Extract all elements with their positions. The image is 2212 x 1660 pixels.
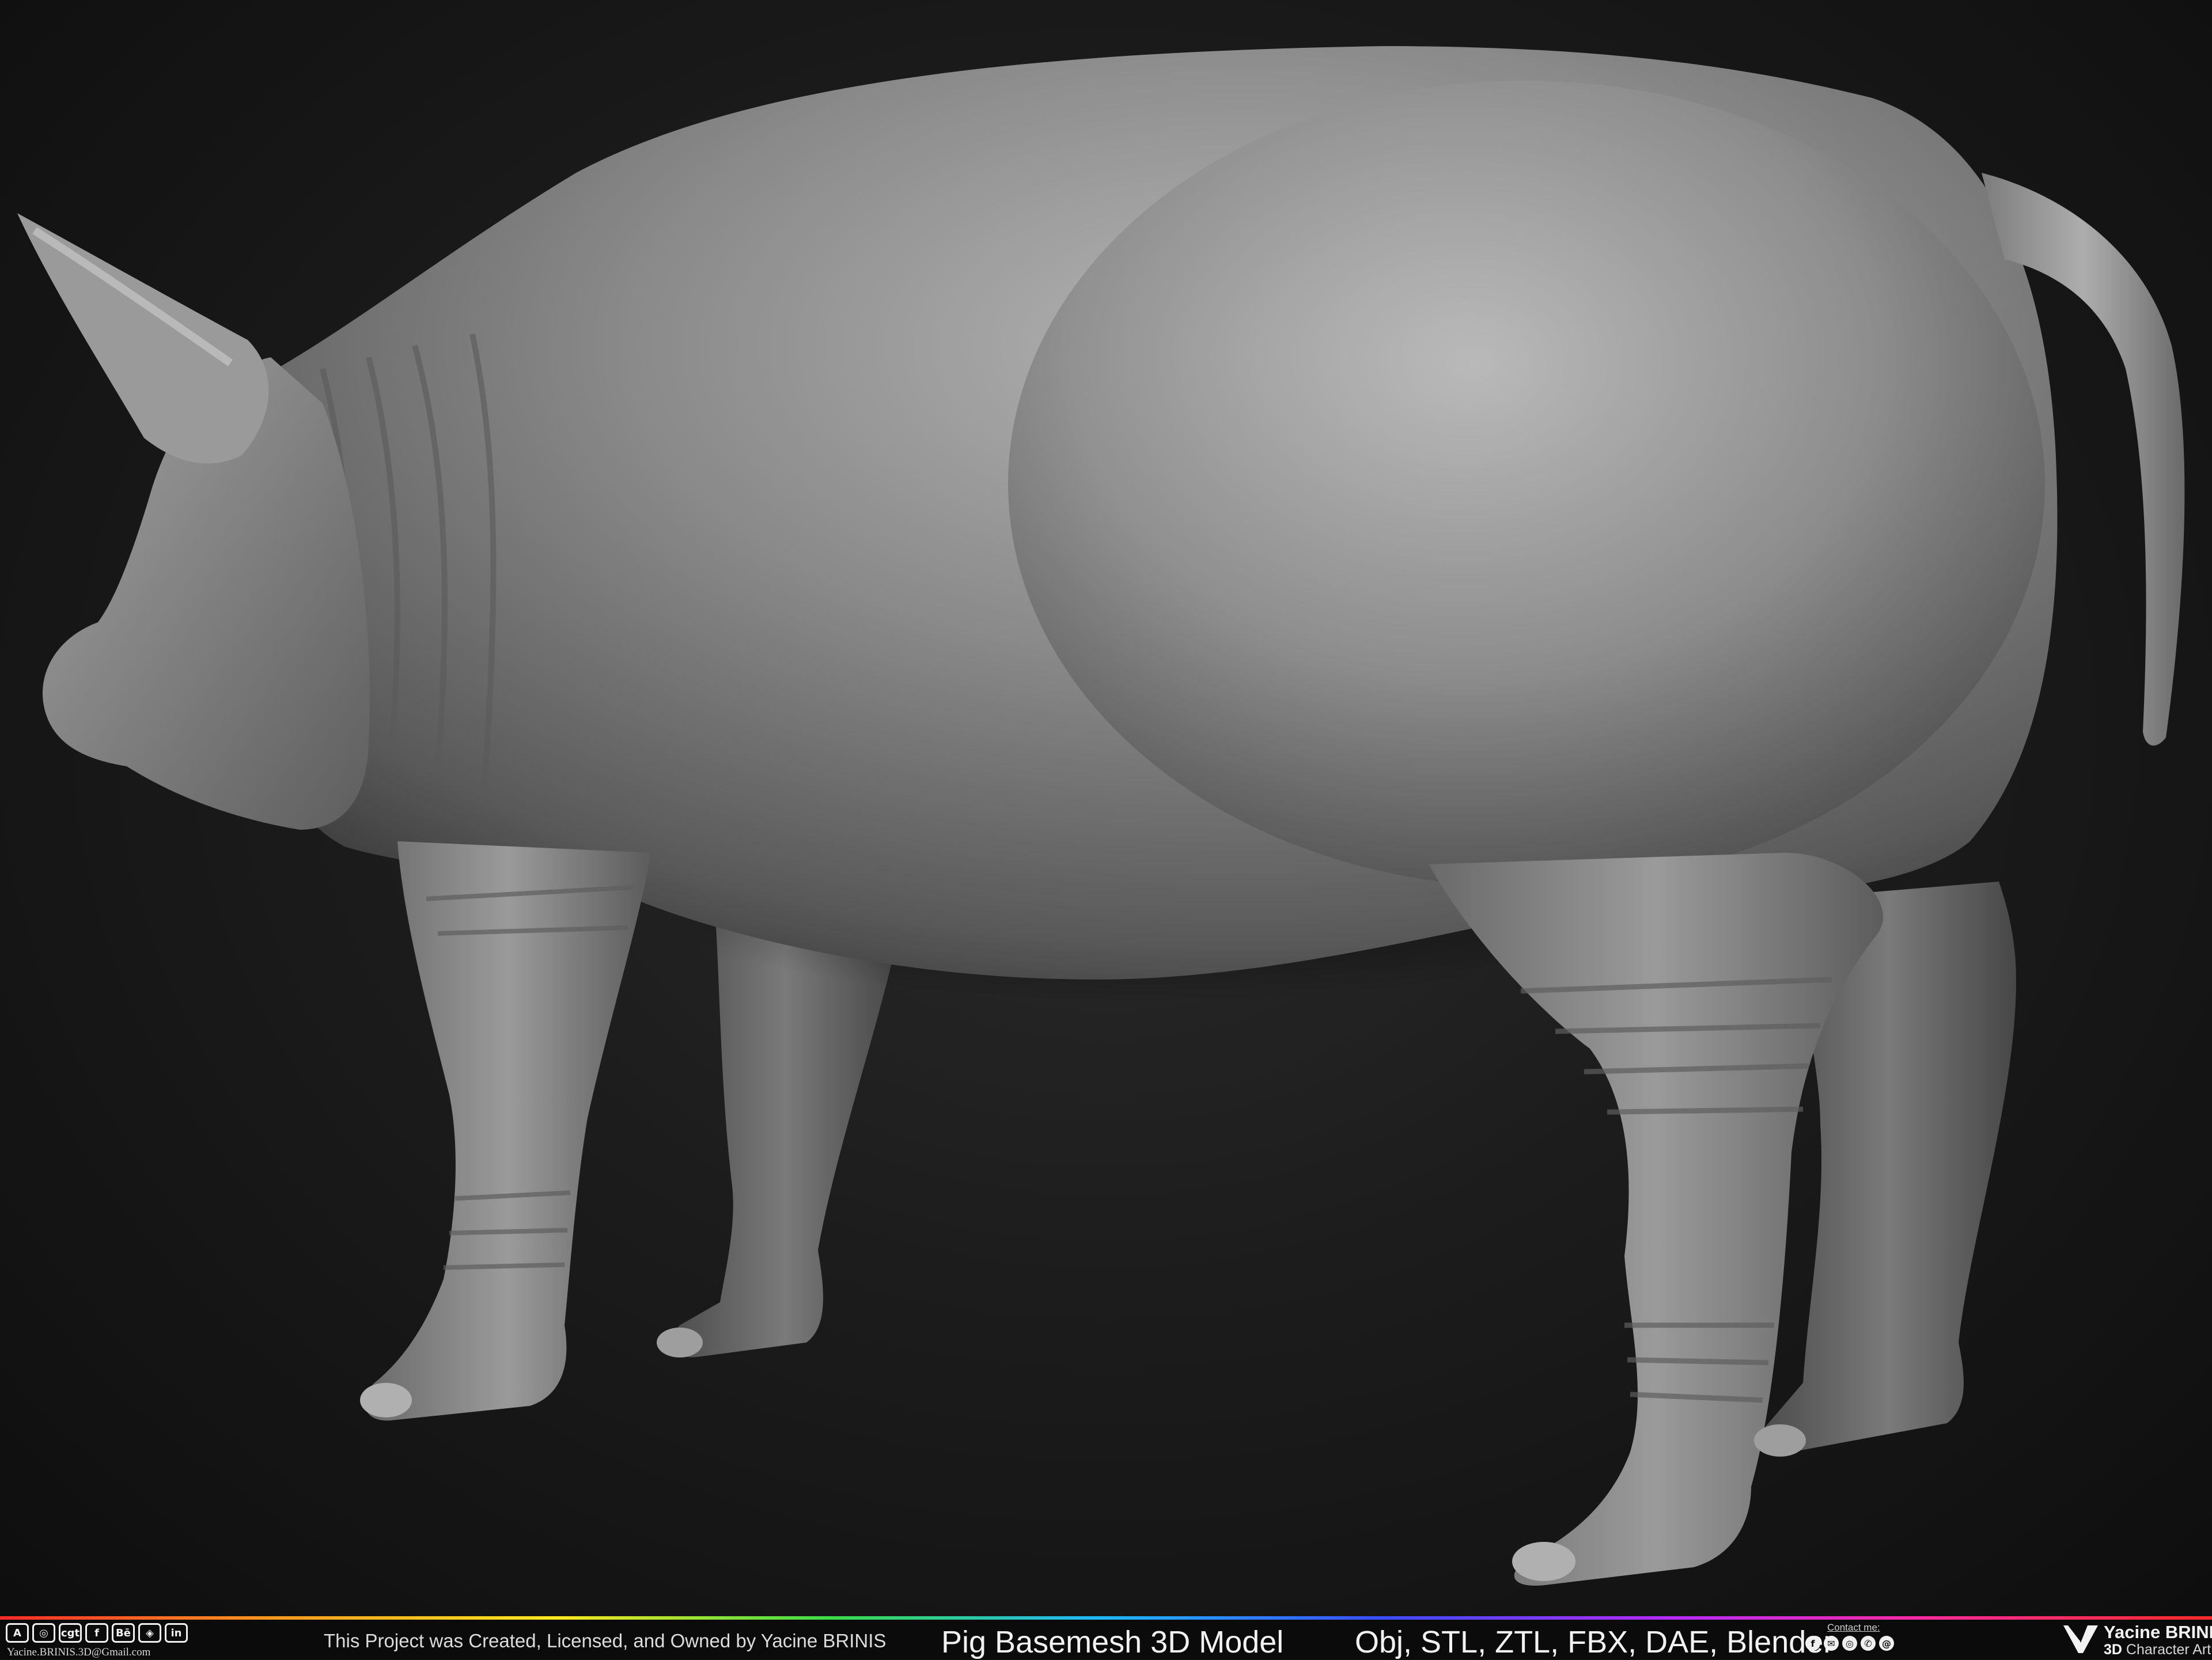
behance-icon[interactable]: Bē (112, 1623, 135, 1643)
pig-ear (17, 213, 269, 464)
brand-name: Yacine BRINIS (2104, 1622, 2212, 1642)
instagram-icon[interactable]: ◎ (32, 1623, 55, 1643)
ownership-notice: This Project was Created, Licensed, and … (324, 1630, 887, 1651)
pig-render (17, 46, 2185, 1586)
brand-role-rest: Character Artist (2126, 1642, 2212, 1658)
model-title: Pig Basemesh 3D Model (941, 1625, 1284, 1659)
file-formats: Obj, STL, ZTL, FBX, DAE, Blender (1355, 1625, 1834, 1659)
far-hind-hoof (1754, 1424, 1806, 1457)
sketchfab-icon[interactable]: ◈ (138, 1623, 161, 1643)
email-icon[interactable]: @ (1879, 1636, 1894, 1651)
footer-bar: A ◎ cgt f Bē ◈ in Yacine.BRINIS.3D@Gmail.com T… (0, 1620, 2212, 1659)
contact-label: Contact me: (1827, 1622, 1880, 1633)
front-hoof (360, 1383, 412, 1417)
hind-hoof (1512, 1542, 1575, 1581)
instagram-icon[interactable]: ◎ (1842, 1636, 1857, 1651)
social-links: A ◎ cgt f Bē ◈ in (6, 1623, 188, 1643)
rump (1008, 81, 2045, 887)
contact-links: f ✉ ◎ ✆ @ (1805, 1636, 1894, 1651)
far-front-hoof (657, 1328, 703, 1358)
whatsapp-icon[interactable]: ✆ (1861, 1636, 1876, 1651)
email-address: Yacine.BRINIS.3D@Gmail.com (7, 1646, 151, 1658)
cgtrader-icon[interactable]: cgt (59, 1623, 82, 1643)
render-viewport (0, 0, 2212, 1616)
brand-role-prefix: 3D (2104, 1642, 2122, 1658)
facebook-icon[interactable]: f (85, 1623, 108, 1643)
brand-role: 3D Character Artist (2104, 1642, 2212, 1658)
facebook-icon[interactable]: f (1805, 1636, 1820, 1651)
brand-logo-icon (2063, 1625, 2098, 1653)
messenger-icon[interactable]: ✉ (1824, 1636, 1839, 1651)
linkedin-icon[interactable]: in (165, 1623, 188, 1643)
artstation-icon[interactable]: A (6, 1623, 29, 1643)
